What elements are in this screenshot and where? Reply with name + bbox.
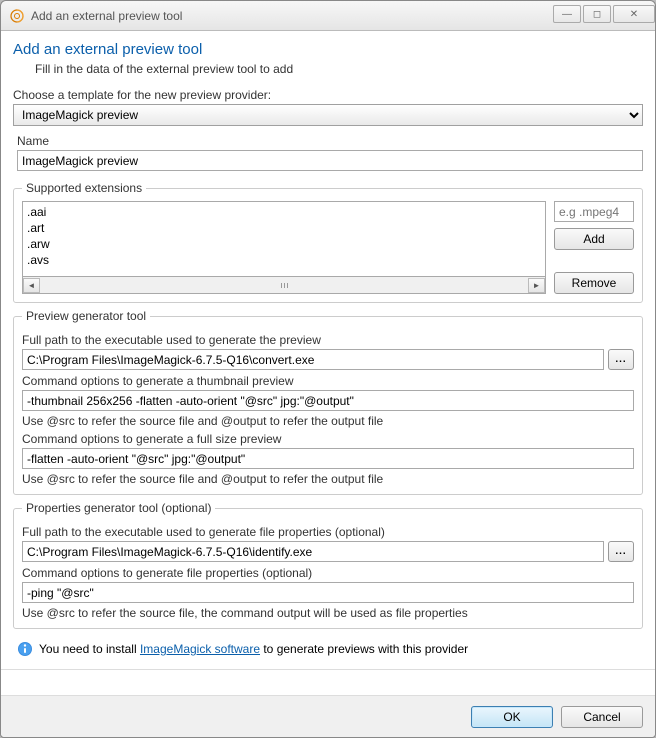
list-item[interactable]: .aai: [27, 204, 541, 220]
titlebar: Add an external preview tool — ◻ ✕: [1, 1, 655, 31]
exe-label: Full path to the executable used to gene…: [22, 333, 634, 347]
info-icon: [17, 641, 33, 657]
props-exe-input[interactable]: [22, 541, 604, 562]
browse-exe-button[interactable]: ...: [608, 349, 634, 370]
name-input[interactable]: [17, 150, 643, 171]
full-hint: Use @src to refer the source file and @o…: [22, 472, 634, 486]
props-cmd-label: Command options to generate file propert…: [22, 566, 634, 580]
cancel-button[interactable]: Cancel: [561, 706, 643, 728]
props-exe-label: Full path to the executable used to gene…: [22, 525, 634, 539]
props-cmd-input[interactable]: [22, 582, 634, 603]
full-cmd-label: Command options to generate a full size …: [22, 432, 634, 446]
full-cmd-input[interactable]: [22, 448, 634, 469]
dialog-window: Add an external preview tool — ◻ ✕ Add a…: [0, 0, 656, 738]
exe-path-input[interactable]: [22, 349, 604, 370]
info-text: You need to install ImageMagick software…: [39, 642, 468, 656]
window-title: Add an external preview tool: [31, 9, 551, 23]
separator: [1, 669, 655, 670]
browse-props-exe-button[interactable]: ...: [608, 541, 634, 562]
minimize-button[interactable]: —: [553, 5, 581, 23]
add-button[interactable]: Add: [554, 228, 634, 250]
properties-legend: Properties generator tool (optional): [22, 501, 215, 515]
maximize-button[interactable]: ◻: [583, 5, 611, 23]
list-item[interactable]: .avs: [27, 252, 541, 268]
extensions-legend: Supported extensions: [22, 181, 146, 195]
thumb-hint: Use @src to refer the source file and @o…: [22, 414, 634, 428]
extensions-list-wrap: .aai .art .arw .avs ◄ ►: [22, 201, 546, 294]
list-item[interactable]: .arw: [27, 236, 541, 252]
page-subheading: Fill in the data of the external preview…: [35, 62, 643, 76]
generator-legend: Preview generator tool: [22, 309, 150, 323]
horizontal-scrollbar[interactable]: ◄ ►: [22, 277, 546, 294]
extensions-group: Supported extensions .aai .art .arw .avs…: [13, 181, 643, 303]
generator-group: Preview generator tool Full path to the …: [13, 309, 643, 495]
template-label: Choose a template for the new preview pr…: [13, 88, 643, 102]
dialog-content: Add an external preview tool Fill in the…: [1, 31, 655, 695]
window-buttons: — ◻ ✕: [551, 8, 655, 23]
name-label: Name: [17, 134, 643, 148]
info-message: You need to install ImageMagick software…: [17, 641, 639, 657]
imagemagick-link[interactable]: ImageMagick software: [140, 642, 260, 656]
template-select[interactable]: ImageMagick preview: [13, 104, 643, 126]
scroll-right-icon[interactable]: ►: [528, 278, 545, 293]
properties-group: Properties generator tool (optional) Ful…: [13, 501, 643, 629]
extensions-list[interactable]: .aai .art .arw .avs: [22, 201, 546, 277]
thumb-cmd-label: Command options to generate a thumbnail …: [22, 374, 634, 388]
props-hint: Use @src to refer the source file, the c…: [22, 606, 634, 620]
dialog-button-bar: OK Cancel: [1, 695, 655, 737]
app-icon: [9, 8, 25, 24]
scroll-left-icon[interactable]: ◄: [23, 278, 40, 293]
ok-button[interactable]: OK: [471, 706, 553, 728]
page-heading: Add an external preview tool: [13, 41, 643, 58]
list-item[interactable]: .art: [27, 220, 541, 236]
close-button[interactable]: ✕: [613, 5, 655, 23]
thumb-cmd-input[interactable]: [22, 390, 634, 411]
remove-button[interactable]: Remove: [554, 272, 634, 294]
extension-input[interactable]: [554, 201, 634, 222]
